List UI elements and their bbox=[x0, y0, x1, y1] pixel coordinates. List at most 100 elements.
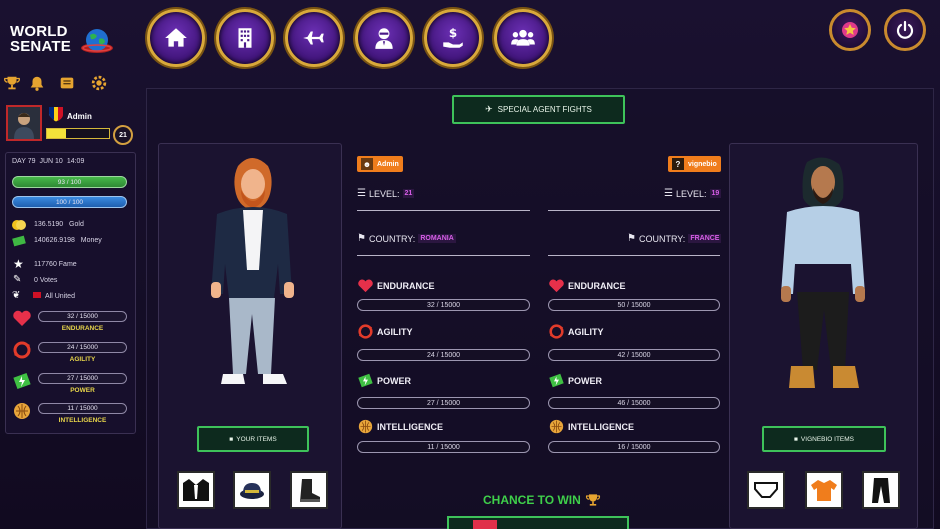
money-label: Money bbox=[80, 237, 102, 244]
logo-line-2: SENATE bbox=[10, 38, 71, 55]
right-endurance-label: ENDURANCE bbox=[568, 280, 626, 291]
left-character-avatar[interactable] bbox=[205, 152, 300, 404]
health-value: 93 / 100 bbox=[57, 178, 82, 186]
side-intelligence-value: 11 / 15000 bbox=[67, 405, 98, 412]
logout-button[interactable] bbox=[884, 9, 926, 51]
endurance-heart-icon bbox=[12, 309, 32, 327]
hat-icon bbox=[240, 483, 264, 499]
left-power-value: 27 / 15000 bbox=[426, 399, 461, 407]
right-player-tag[interactable]: ? vignebio bbox=[668, 156, 721, 172]
nav-community-button[interactable] bbox=[494, 9, 552, 67]
special-agent-fights-button[interactable]: ✈ SPECIAL AGENT FIGHTS bbox=[452, 95, 625, 124]
building-icon bbox=[238, 28, 252, 48]
party-icon: ❦ bbox=[12, 290, 21, 301]
left-power-row: POWER bbox=[357, 373, 411, 388]
right-agility-row: AGILITY bbox=[548, 324, 604, 339]
trophy-icon[interactable] bbox=[2, 73, 22, 93]
right-agility-value: 42 / 15000 bbox=[617, 351, 651, 359]
nav-home-button[interactable] bbox=[147, 9, 205, 67]
item-slot-boots[interactable] bbox=[290, 471, 328, 509]
party-logo bbox=[33, 292, 41, 298]
logo-line-1: WORLD bbox=[10, 23, 68, 40]
left-agility-label: AGILITY bbox=[377, 326, 413, 337]
left-intelligence-value: 11 / 15000 bbox=[427, 443, 460, 451]
right-intelligence-label: INTELLIGENCE bbox=[568, 421, 635, 432]
left-intelligence-bar: 11 / 15000 bbox=[357, 441, 530, 453]
home-icon bbox=[165, 28, 187, 47]
list-icon: ☰ bbox=[664, 188, 673, 199]
box-icon: ■ bbox=[793, 435, 798, 443]
money-icon bbox=[12, 234, 26, 247]
gold-label: Gold bbox=[69, 221, 84, 228]
svg-text:$: $ bbox=[449, 26, 457, 40]
flag-icon: ⚑ bbox=[357, 233, 366, 244]
right-intelligence-value: 16 / 15000 bbox=[617, 443, 651, 451]
right-intelligence-bar: 16 / 15000 bbox=[548, 441, 720, 453]
opponent-items-button[interactable]: ■ VIGNEBIO ITEMS bbox=[762, 426, 886, 452]
premium-button[interactable] bbox=[829, 9, 871, 51]
plane-icon bbox=[303, 31, 324, 45]
item-slot-suit[interactable] bbox=[177, 471, 215, 509]
party-name: All United bbox=[45, 293, 75, 300]
votes-value: 0 Votes bbox=[34, 277, 58, 284]
opponent-items-label: VIGNEBIO ITEMS bbox=[800, 435, 855, 443]
energy-value: 100 / 100 bbox=[55, 198, 84, 206]
brain-icon bbox=[358, 419, 373, 434]
scroll-icon[interactable] bbox=[57, 73, 77, 93]
tshirt-icon bbox=[811, 480, 837, 501]
flag-icon: ⚑ bbox=[627, 233, 636, 244]
bell-icon[interactable] bbox=[27, 73, 47, 93]
nav-agent-button[interactable] bbox=[355, 9, 413, 67]
side-endurance-value: 32 / 15000 bbox=[67, 313, 98, 320]
left-player-tag[interactable]: ☻ Admin bbox=[357, 156, 403, 172]
special-agent-fights-label: SPECIAL AGENT FIGHTS bbox=[497, 105, 592, 114]
right-country-label: COUNTRY: bbox=[638, 233, 686, 244]
star-badge-icon bbox=[842, 22, 858, 38]
side-intelligence-label: INTELLIGENCE bbox=[58, 417, 107, 424]
power-icon bbox=[12, 372, 32, 390]
nav-finance-button[interactable]: $ bbox=[424, 9, 482, 67]
divider bbox=[548, 255, 720, 256]
side-endurance-bar: 32 / 15000 bbox=[38, 311, 127, 322]
underwear-icon bbox=[754, 482, 778, 498]
settings-gear-icon[interactable] bbox=[89, 73, 109, 93]
item-slot-pants[interactable] bbox=[862, 471, 900, 509]
side-agility-bar: 24 / 15000 bbox=[38, 342, 127, 353]
chance-to-win-label: CHANCE TO WIN bbox=[483, 493, 581, 507]
left-endurance-value: 32 / 15000 bbox=[426, 301, 461, 309]
your-items-label: YOUR ITEMS bbox=[236, 435, 277, 443]
fame-star-icon: ★ bbox=[13, 257, 24, 271]
energy-bar: 100 / 100 bbox=[12, 196, 127, 208]
health-bar: 93 / 100 bbox=[12, 176, 127, 188]
right-character-avatar[interactable] bbox=[777, 154, 869, 404]
day-label: DAY 79 bbox=[12, 158, 36, 165]
boot-icon bbox=[300, 479, 320, 502]
item-slot-shirt[interactable] bbox=[805, 471, 843, 509]
side-agility-value: 24 / 15000 bbox=[67, 344, 98, 351]
item-slot-hat[interactable] bbox=[233, 471, 271, 509]
nav-building-button[interactable] bbox=[216, 9, 274, 67]
side-agility-label: AGILITY bbox=[69, 356, 96, 363]
left-country-value: ROMANIA bbox=[418, 234, 456, 243]
divider bbox=[357, 210, 530, 211]
divider bbox=[548, 210, 720, 211]
agility-icon bbox=[358, 324, 373, 339]
item-slot-underwear[interactable] bbox=[747, 471, 785, 509]
chance-to-win-heading: CHANCE TO WIN bbox=[483, 492, 601, 508]
right-power-value: 46 / 15000 bbox=[617, 399, 651, 407]
right-power-label: POWER bbox=[568, 375, 603, 386]
list-icon: ☰ bbox=[357, 188, 366, 199]
power-bill-icon bbox=[358, 373, 373, 388]
avatar[interactable] bbox=[6, 105, 42, 141]
agility-arrows-icon bbox=[12, 341, 32, 359]
your-items-button[interactable]: ■ YOUR ITEMS bbox=[197, 426, 309, 452]
pants-icon bbox=[872, 478, 890, 503]
right-country-row: ⚑ COUNTRY: FRANCE bbox=[627, 233, 722, 244]
right-intelligence-row: INTELLIGENCE bbox=[548, 419, 634, 434]
left-endurance-bar: 32 / 15000 bbox=[357, 299, 530, 311]
vote-icon: ✎ bbox=[13, 274, 22, 285]
nav-travel-button[interactable] bbox=[285, 9, 343, 67]
unknown-avatar-icon: ? bbox=[672, 158, 684, 170]
game-logo[interactable]: WORLD SENATE bbox=[10, 24, 71, 54]
side-endurance-label: ENDURANCE bbox=[61, 325, 104, 332]
